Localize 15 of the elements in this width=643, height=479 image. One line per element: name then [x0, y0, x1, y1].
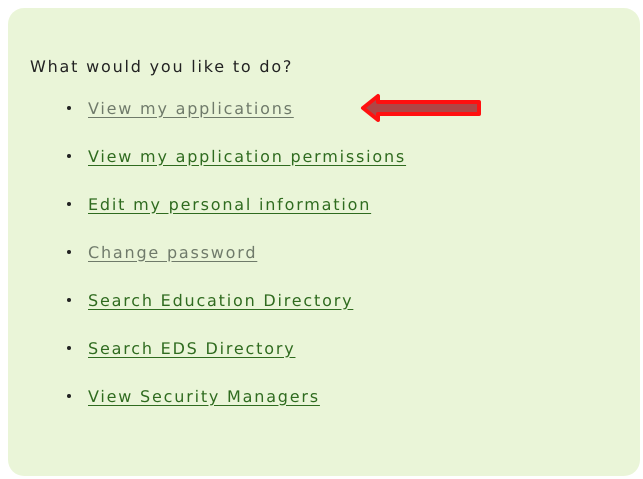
bullet-dot [67, 298, 71, 302]
bullet-dot [67, 346, 71, 350]
link[interactable]: View Security Managers [88, 386, 320, 406]
bullet-dot [67, 394, 71, 398]
bullet-dot [67, 106, 71, 110]
link[interactable]: Change password [88, 242, 258, 262]
link[interactable]: Edit my personal information [88, 194, 372, 214]
bullet-dot [67, 250, 71, 254]
link[interactable]: Search EDS Directory [88, 338, 296, 358]
prompt-text: What would you like to do? [30, 57, 294, 78]
link[interactable]: View my application permissions [88, 146, 406, 166]
bullet-dot [67, 154, 71, 158]
link[interactable]: View my applications [88, 98, 294, 118]
bullet-dot [67, 202, 71, 206]
link[interactable]: Search Education Directory [88, 290, 354, 310]
